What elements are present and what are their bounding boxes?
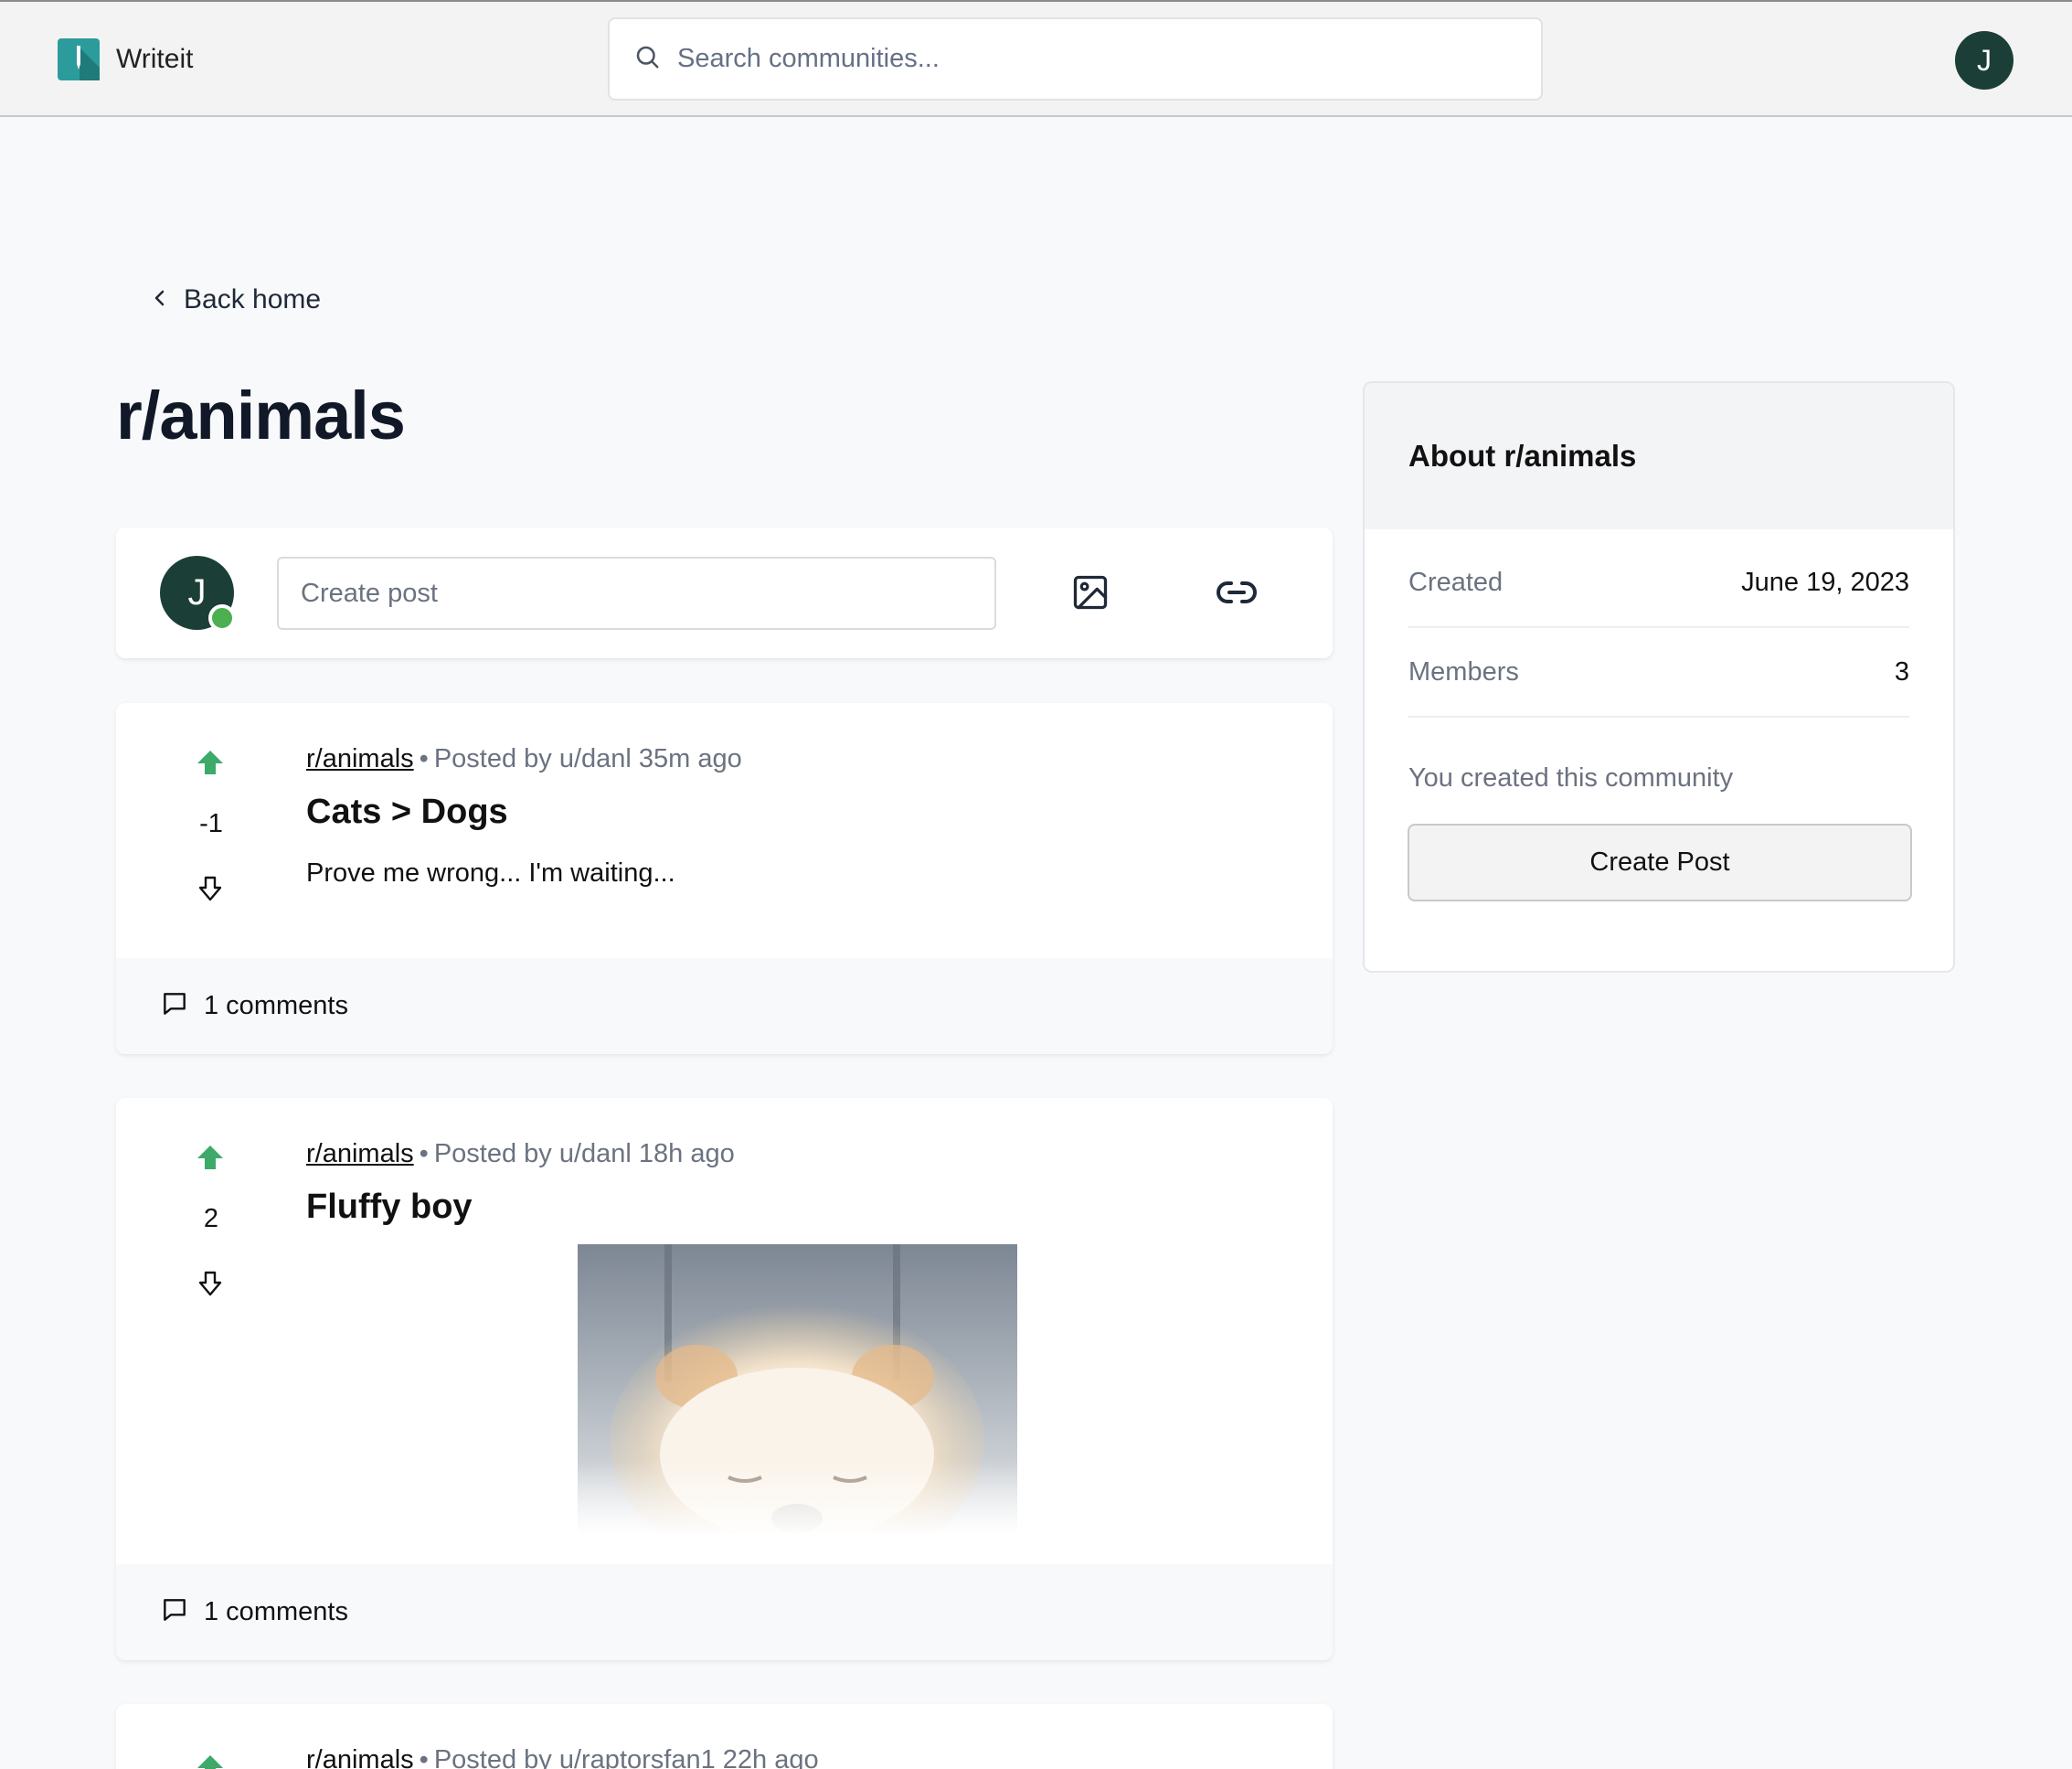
- owner-note: You created this community: [1408, 763, 1734, 793]
- upvote-arrow-icon[interactable]: [196, 749, 225, 781]
- members-value: 3: [1894, 656, 1909, 687]
- create-post-button[interactable]: Create Post: [1408, 824, 1912, 901]
- post-meta: r/animals • Posted by u/danl 18h ago: [306, 1139, 735, 1168]
- add-link-button[interactable]: [1209, 567, 1264, 622]
- comments-count[interactable]: 1 comments: [204, 1597, 348, 1627]
- post-author-time: Posted by u/raptorsfan1 22h ago: [433, 1745, 819, 1769]
- top-navbar: Writeit J: [0, 0, 2072, 117]
- back-home-link[interactable]: Back home: [151, 284, 321, 315]
- post-title[interactable]: Fluffy boy: [306, 1188, 473, 1227]
- comment-icon: [160, 1595, 189, 1629]
- members-label: Members: [1408, 656, 1519, 687]
- community-info-sidebar: About r/animals Created June 19, 2023 Me…: [1363, 381, 1955, 973]
- sidebar-title: About r/animals: [1408, 439, 1637, 473]
- create-post-card: J: [116, 528, 1333, 658]
- vote-score: -1: [199, 809, 223, 838]
- chevron-left-icon: [151, 287, 169, 314]
- user-avatar[interactable]: J: [1955, 31, 2014, 90]
- back-home-label: Back home: [184, 284, 322, 314]
- comments-count[interactable]: 1 comments: [204, 991, 348, 1021]
- downvote-arrow-icon[interactable]: [197, 875, 223, 907]
- search-input[interactable]: [677, 44, 1500, 74]
- vote-score: 2: [203, 1204, 219, 1233]
- post-text: Prove me wrong... I'm waiting...: [306, 858, 675, 888]
- create-post-input[interactable]: [277, 557, 996, 630]
- upvote-arrow-icon[interactable]: [196, 1753, 225, 1769]
- writeit-logo-icon: [58, 38, 100, 80]
- comment-icon: [160, 989, 189, 1023]
- members-row: Members 3: [1408, 628, 1909, 718]
- subreddit-link[interactable]: r/animals: [306, 1139, 414, 1168]
- post-footer: 1 comments: [116, 1564, 1333, 1660]
- created-value: June 19, 2023: [1741, 567, 1909, 597]
- search-icon: [633, 43, 661, 75]
- created-row: Created June 19, 2023: [1408, 538, 1909, 628]
- subreddit-link[interactable]: r/animals: [306, 1745, 414, 1769]
- post-card[interactable]: r/animals • Posted by u/raptorsfan1 22h ag…: [116, 1704, 1333, 1769]
- link-icon: [1215, 570, 1259, 619]
- app-name: Writeit: [116, 44, 194, 74]
- created-label: Created: [1408, 567, 1504, 597]
- search-bar[interactable]: [608, 17, 1543, 101]
- post-meta: r/animals • Posted by u/danl 35m ago: [306, 744, 742, 773]
- online-status-dot: [208, 604, 236, 632]
- post-title[interactable]: Cats > Dogs: [306, 793, 508, 832]
- post-author-time: Posted by u/danl 35m ago: [433, 744, 742, 773]
- upload-image-button[interactable]: [1063, 567, 1118, 622]
- image-icon: [1070, 572, 1110, 617]
- post-card[interactable]: -1 r/animals • Posted by u/danl 35m ago Ca…: [116, 703, 1333, 1054]
- upvote-arrow-icon[interactable]: [196, 1144, 225, 1176]
- subreddit-link[interactable]: r/animals: [306, 744, 414, 773]
- post-author-time: Posted by u/danl 18h ago: [433, 1139, 735, 1168]
- post-image[interactable]: [578, 1244, 1017, 1533]
- post-footer: 1 comments: [116, 958, 1333, 1054]
- downvote-arrow-icon[interactable]: [197, 1270, 223, 1302]
- home-logo-link[interactable]: Writeit: [58, 38, 193, 80]
- post-meta: r/animals • Posted by u/raptorsfan1 22h ag…: [306, 1745, 819, 1769]
- post-card[interactable]: 2 r/animals • Posted by u/danl 18h ago Flu…: [116, 1098, 1333, 1660]
- page-title: r/animals: [116, 378, 406, 453]
- sidebar-header: About r/animals: [1365, 383, 1953, 529]
